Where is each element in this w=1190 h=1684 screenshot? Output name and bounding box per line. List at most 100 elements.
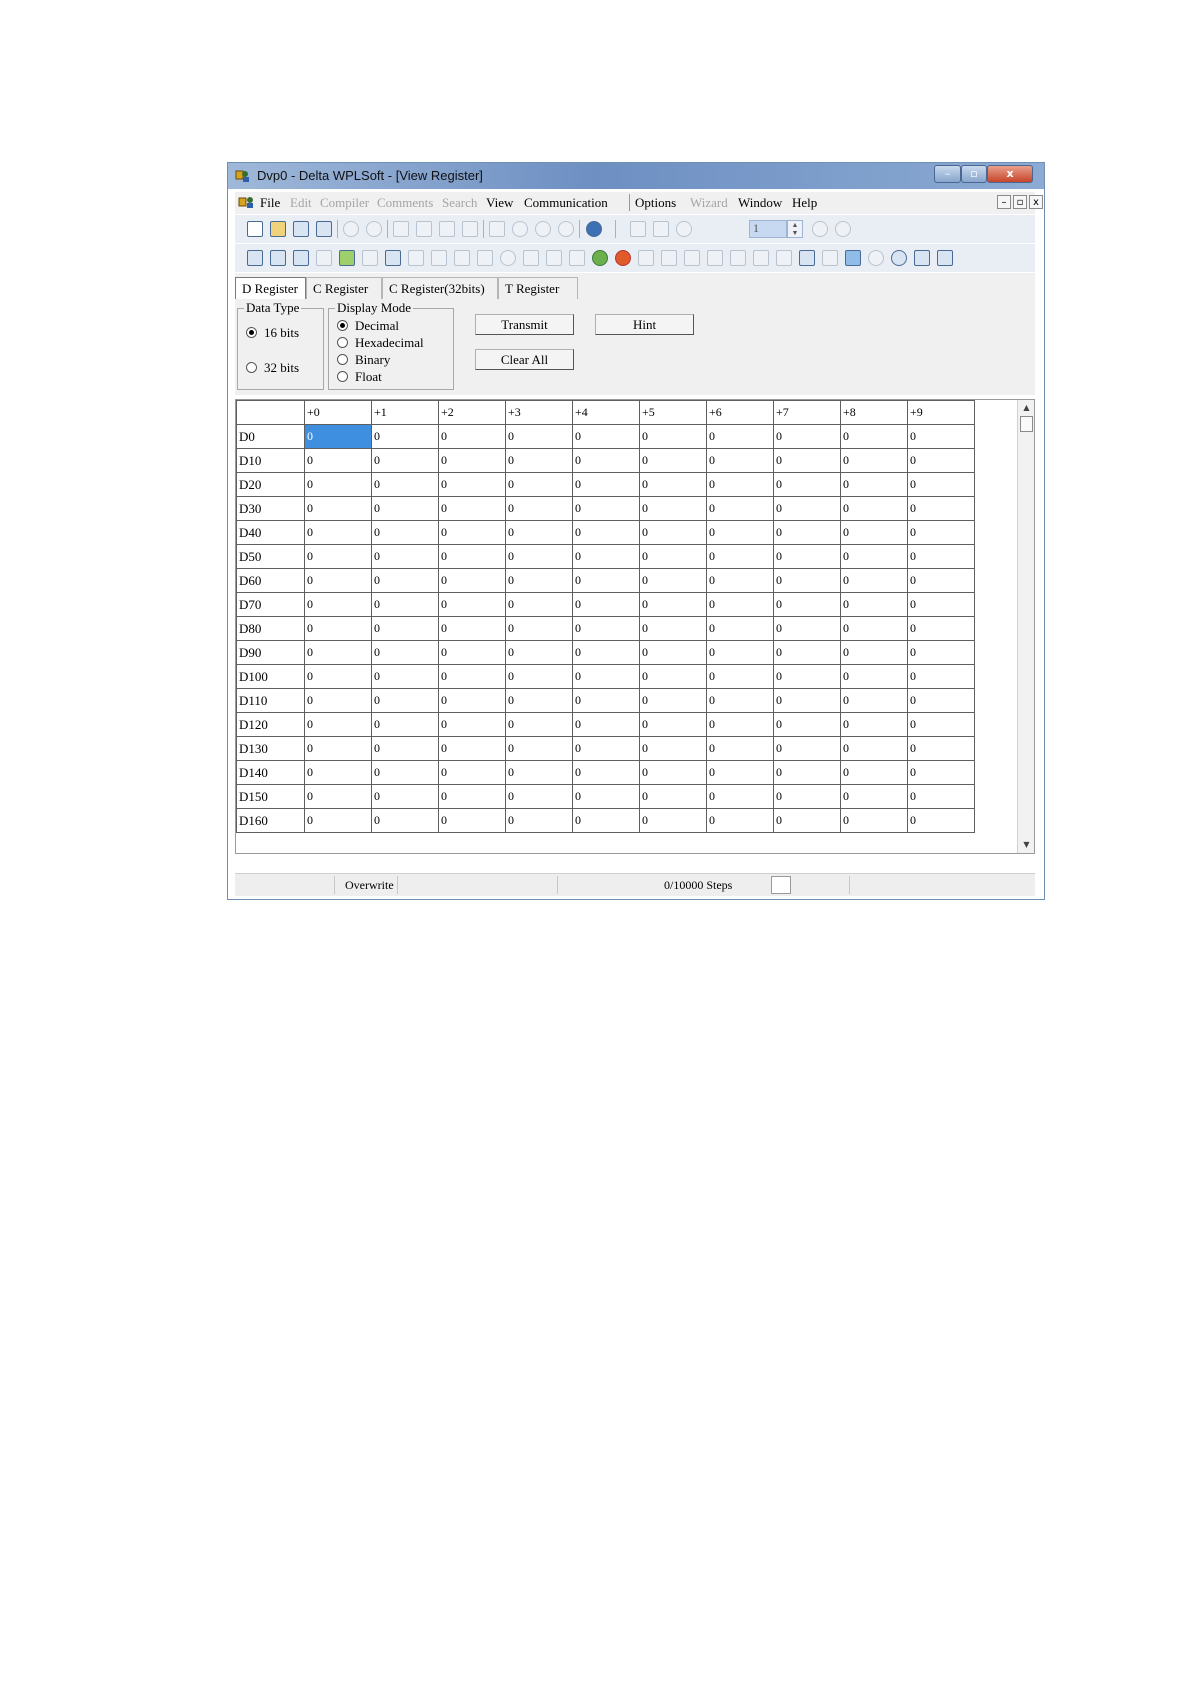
register-value-cell[interactable]: 0 [907, 808, 975, 833]
paste-icon[interactable] [439, 221, 455, 237]
register-value-cell[interactable]: 0 [304, 760, 372, 785]
register-value-cell[interactable]: 0 [304, 448, 372, 473]
register-value-cell[interactable]: 0 [572, 616, 640, 641]
register-value-cell[interactable]: 0 [639, 496, 707, 521]
stop-icon[interactable] [812, 221, 828, 237]
menu-help[interactable]: Help [792, 195, 817, 211]
zoom-out-icon[interactable] [558, 221, 574, 237]
register-value-cell[interactable]: 0 [438, 760, 506, 785]
scroll-up-icon[interactable]: ▲ [1018, 401, 1034, 415]
run-step-icon[interactable] [676, 221, 692, 237]
register-value-cell[interactable]: 0 [840, 520, 908, 545]
register-value-cell[interactable]: 0 [572, 520, 640, 545]
register-value-cell[interactable]: 0 [773, 808, 841, 833]
register-value-cell[interactable]: 0 [438, 712, 506, 737]
register-value-cell[interactable]: 0 [639, 592, 707, 617]
register-value-cell[interactable]: 0 [907, 784, 975, 809]
register-value-cell[interactable]: 0 [706, 760, 774, 785]
register-value-cell[interactable]: 0 [706, 736, 774, 761]
register-value-cell[interactable]: 0 [572, 496, 640, 521]
register-value-cell[interactable]: 0 [639, 472, 707, 497]
register-value-cell[interactable]: 0 [907, 736, 975, 761]
register-value-cell[interactable]: 0 [840, 736, 908, 761]
register-value-cell[interactable]: 0 [371, 496, 439, 521]
menu-comments[interactable]: Comments [377, 195, 433, 211]
register-value-cell[interactable]: 0 [505, 808, 573, 833]
register-value-cell[interactable]: 0 [438, 640, 506, 665]
force-off-icon[interactable] [753, 250, 769, 266]
register-value-cell[interactable]: 0 [505, 448, 573, 473]
register-value-cell[interactable]: 0 [773, 664, 841, 689]
radio-32-bits[interactable]: 32 bits [246, 360, 299, 376]
register-value-cell[interactable]: 0 [505, 712, 573, 737]
register-value-cell[interactable]: 0 [907, 424, 975, 449]
clear-all-button[interactable]: Clear All [475, 349, 574, 370]
register-value-cell[interactable]: 0 [639, 688, 707, 713]
read-plc-icon[interactable] [454, 250, 470, 266]
register-value-cell[interactable]: 0 [572, 472, 640, 497]
instruction-mode-icon[interactable] [270, 250, 286, 266]
device-list-icon[interactable] [408, 250, 424, 266]
register-value-cell[interactable]: 0 [371, 640, 439, 665]
menu-compiler[interactable]: Compiler [320, 195, 369, 211]
register-value-cell[interactable]: 0 [304, 616, 372, 641]
menu-file[interactable]: File [260, 195, 280, 211]
register-value-cell[interactable]: 0 [907, 688, 975, 713]
register-value-cell[interactable]: 0 [639, 736, 707, 761]
register-value-cell[interactable]: 0 [907, 448, 975, 473]
set-off-icon[interactable] [707, 250, 723, 266]
register-value-cell[interactable]: 0 [438, 568, 506, 593]
register-value-cell[interactable]: 0 [572, 592, 640, 617]
register-value-cell[interactable]: 0 [773, 616, 841, 641]
register-value-cell[interactable]: 0 [371, 424, 439, 449]
stop-plc-icon[interactable] [615, 250, 631, 266]
register-value-cell[interactable]: 0 [706, 712, 774, 737]
register-value-cell[interactable]: 0 [572, 784, 640, 809]
register-value-cell[interactable]: 0 [505, 496, 573, 521]
register-value-cell[interactable]: 0 [706, 808, 774, 833]
register-value-cell[interactable]: 0 [438, 544, 506, 569]
register-value-cell[interactable]: 0 [505, 688, 573, 713]
register-value-cell[interactable]: 0 [840, 448, 908, 473]
vertical-scrollbar[interactable]: ▲ ▼ [1017, 400, 1034, 853]
menu-wizard[interactable]: Wizard [690, 195, 728, 211]
register-value-cell[interactable]: 0 [371, 784, 439, 809]
menu-window[interactable]: Window [738, 195, 782, 211]
new-file-icon[interactable] [247, 221, 263, 237]
register-value-cell[interactable]: 0 [706, 472, 774, 497]
step-up-icon[interactable] [630, 221, 646, 237]
register-value-cell[interactable]: 0 [639, 448, 707, 473]
set-on-icon[interactable] [684, 250, 700, 266]
register-value-cell[interactable]: 0 [371, 664, 439, 689]
transfer-icon[interactable] [477, 250, 493, 266]
edit-comment-icon[interactable] [339, 250, 355, 266]
paste-special-icon[interactable] [462, 221, 478, 237]
register-value-cell[interactable]: 0 [639, 808, 707, 833]
register-value-cell[interactable]: 0 [371, 736, 439, 761]
register-value-cell[interactable]: 0 [438, 688, 506, 713]
menu-communication[interactable]: Communication [524, 195, 608, 211]
register-value-cell[interactable]: 0 [706, 568, 774, 593]
radio-hexadecimal[interactable]: Hexadecimal [337, 335, 424, 351]
register-value-cell[interactable]: 0 [572, 736, 640, 761]
online-mode-icon[interactable] [638, 250, 654, 266]
register-value-cell[interactable]: 0 [706, 448, 774, 473]
register-value-cell[interactable]: 0 [371, 688, 439, 713]
register-value-cell[interactable]: 0 [304, 544, 372, 569]
register-value-cell[interactable]: 0 [840, 784, 908, 809]
menu-view[interactable]: View [486, 195, 513, 211]
register-value-cell[interactable]: 0 [505, 736, 573, 761]
register-value-cell[interactable]: 0 [572, 640, 640, 665]
register-value-cell[interactable]: 0 [572, 448, 640, 473]
register-value-cell[interactable]: 0 [706, 520, 774, 545]
register-value-cell[interactable]: 0 [907, 664, 975, 689]
step-count-input[interactable]: 1 [749, 220, 787, 238]
step-spinner[interactable]: ▲ ▼ [787, 220, 803, 238]
register-value-cell[interactable]: 0 [840, 616, 908, 641]
register-value-cell[interactable]: 0 [304, 808, 372, 833]
minimize-window-button[interactable]: – [934, 165, 961, 183]
radio-binary[interactable]: Binary [337, 352, 390, 368]
register-value-cell[interactable]: 0 [907, 616, 975, 641]
register-value-cell[interactable]: 0 [773, 448, 841, 473]
mdi-minimize-button[interactable]: – [997, 195, 1011, 209]
